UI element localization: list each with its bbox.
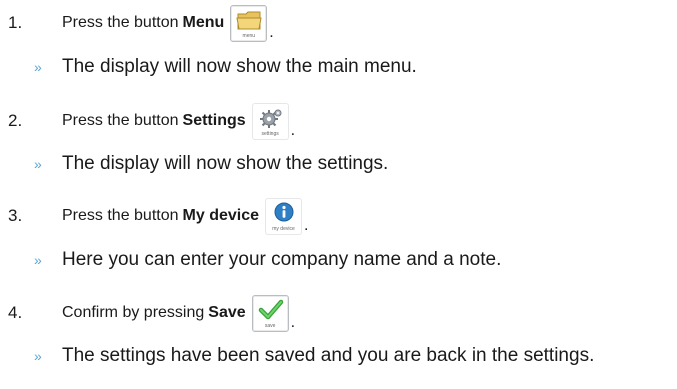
result-marker: » — [34, 252, 42, 268]
step-button-name: Menu — [182, 14, 225, 31]
step-button-name: My device — [182, 207, 259, 224]
step-period: . — [304, 216, 309, 234]
gears-icon — [259, 109, 282, 128]
step-lead-text: Confirm by pressing — [62, 304, 205, 321]
info-icon — [274, 202, 294, 221]
result-marker: » — [34, 156, 42, 172]
step-2-result: » The display will now show the settings… — [0, 151, 677, 177]
step-number: 3. — [8, 206, 23, 225]
folder-icon — [236, 11, 262, 29]
menu-button[interactable]: menu — [230, 4, 268, 42]
step-3: 3. Press the button My device my device … — [0, 197, 677, 235]
step-button-name: Settings — [182, 112, 246, 129]
result-marker: » — [34, 59, 42, 75]
button-caption: menu — [242, 32, 256, 39]
result-text: Here you can enter your company name and… — [62, 249, 502, 270]
save-button[interactable]: save — [251, 294, 289, 332]
result-text: The settings have been saved and you are… — [62, 345, 595, 366]
step-number: 1. — [8, 13, 23, 32]
step-instruction: Press the button My device my device . — [62, 197, 309, 235]
result-text: The display will now show the main menu. — [62, 56, 417, 77]
step-button-name: Save — [208, 304, 246, 321]
result-text: The display will now show the settings. — [62, 153, 389, 174]
step-lead-text: Press the button — [62, 112, 179, 129]
button-caption: my device — [272, 225, 295, 232]
button-caption: settings — [261, 130, 279, 137]
step-1-result: » The display will now show the main men… — [0, 54, 677, 80]
step-instruction: Press the button Menu menu . — [62, 4, 274, 42]
step-period: . — [290, 121, 296, 139]
step-period: . — [269, 23, 274, 41]
step-1: 1. Press the button Menu menu . — [0, 4, 677, 42]
step-4-result: » The settings have been saved and you a… — [0, 343, 677, 369]
button-caption: save — [264, 322, 276, 329]
step-instruction: Confirm by pressing Save save . — [62, 294, 296, 332]
step-lead-text: Press the button — [62, 207, 179, 224]
step-number: 4. — [8, 303, 23, 322]
step-number: 2. — [8, 111, 23, 130]
step-lead-text: Press the button — [62, 14, 179, 31]
step-period: . — [290, 313, 296, 331]
checkmark-icon — [258, 299, 283, 319]
settings-button[interactable]: settings — [251, 102, 289, 140]
result-marker: » — [34, 348, 42, 364]
step-2: 2. Press the button Settings settings . — [0, 102, 677, 140]
step-4: 4. Confirm by pressing Save save . — [0, 294, 677, 332]
step-3-result: » Here you can enter your company name a… — [0, 247, 677, 273]
step-instruction: Press the button Settings settings . — [62, 102, 296, 140]
my-device-button[interactable]: my device — [265, 197, 302, 235]
